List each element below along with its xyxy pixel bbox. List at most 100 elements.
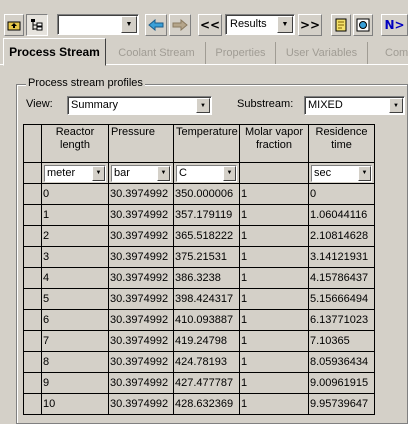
table-cell[interactable]: 9.00961915 xyxy=(308,372,375,394)
row-header[interactable] xyxy=(23,330,42,352)
form-selector-combo[interactable]: ▼ xyxy=(57,14,139,35)
substream-select[interactable]: MIXED ▼ xyxy=(304,96,405,115)
table-cell[interactable]: 1.06044116 xyxy=(308,204,375,226)
column-header-pressure[interactable]: Pressure xyxy=(108,124,174,163)
chevron-down-icon[interactable]: ▼ xyxy=(358,165,371,181)
row-header[interactable] xyxy=(23,288,42,310)
table-cell[interactable]: 6.13771023 xyxy=(308,309,375,331)
table-cell[interactable]: 5.15666494 xyxy=(308,288,375,310)
results-combo[interactable]: Results ▼ xyxy=(225,14,295,35)
row-header[interactable] xyxy=(23,204,42,226)
status-icon[interactable] xyxy=(353,14,373,36)
table-cell[interactable]: 0 xyxy=(308,183,375,205)
table-cell[interactable]: 7.10365 xyxy=(308,330,375,352)
table-cell[interactable]: 30.3974992 xyxy=(108,225,174,247)
table-cell[interactable]: 9.95739647 xyxy=(308,393,375,415)
table-cell[interactable]: 30.3974992 xyxy=(108,183,174,205)
row-header[interactable] xyxy=(23,351,42,373)
table-cell[interactable]: 9 xyxy=(41,372,109,394)
table-cell[interactable]: 1 xyxy=(41,204,109,226)
column-header-reactor-length[interactable]: Reactor length xyxy=(41,124,109,163)
table-cell[interactable]: 8.05936434 xyxy=(308,351,375,373)
table-cell[interactable]: 30.3974992 xyxy=(108,267,174,289)
table-cell[interactable]: 1 xyxy=(239,351,309,373)
table-cell[interactable]: 6 xyxy=(41,309,109,331)
table-cell[interactable]: 5 xyxy=(41,288,109,310)
table-cell[interactable]: 10 xyxy=(41,393,109,415)
table-cell[interactable]: 410.093887 xyxy=(173,309,240,331)
chevron-down-icon[interactable]: ▼ xyxy=(121,16,137,33)
table-cell[interactable]: 4.15786437 xyxy=(308,267,375,289)
previous-arrow-button[interactable] xyxy=(145,14,167,36)
table-cell[interactable]: 357.179119 xyxy=(173,204,240,226)
table-cell[interactable]: 1 xyxy=(239,288,309,310)
table-cell[interactable]: 30.3974992 xyxy=(108,393,174,415)
tab-properties[interactable]: Properties xyxy=(206,42,276,64)
chevron-down-icon[interactable]: ▼ xyxy=(389,98,403,113)
column-header-molar-vapor-fraction[interactable]: Molar vapor fraction xyxy=(239,124,309,163)
table-cell[interactable]: 30.3974992 xyxy=(108,246,174,268)
next-arrow-button[interactable] xyxy=(169,14,191,36)
table-cell[interactable]: 30.3974992 xyxy=(108,204,174,226)
tab-coolant-stream[interactable]: Coolant Stream xyxy=(108,42,206,64)
row-header[interactable] xyxy=(23,309,42,331)
row-header[interactable] xyxy=(23,246,42,268)
tab-process-stream[interactable]: Process Stream xyxy=(3,38,106,66)
table-cell[interactable]: 7 xyxy=(41,330,109,352)
next-step-button[interactable]: N> xyxy=(381,14,408,36)
back-button[interactable]: << xyxy=(198,14,222,36)
table-cell[interactable]: 365.518222 xyxy=(173,225,240,247)
table-cell[interactable]: 3 xyxy=(41,246,109,268)
table-cell[interactable]: 2.10814628 xyxy=(308,225,375,247)
folder-up-icon[interactable] xyxy=(4,14,24,36)
table-cell[interactable]: 30.3974992 xyxy=(108,372,174,394)
table-cell[interactable]: 1 xyxy=(239,246,309,268)
table-cell[interactable]: 386.3238 xyxy=(173,267,240,289)
table-cell[interactable]: 0 xyxy=(41,183,109,205)
table-cell[interactable]: 30.3974992 xyxy=(108,351,174,373)
table-cell[interactable]: 30.3974992 xyxy=(108,330,174,352)
table-cell[interactable]: 375.21531 xyxy=(173,246,240,268)
tab-comments[interactable]: Com xyxy=(368,42,408,64)
chevron-down-icon[interactable]: ▼ xyxy=(223,165,236,181)
unit-select-length[interactable]: meter ▼ xyxy=(44,164,106,182)
table-cell[interactable]: 1 xyxy=(239,309,309,331)
unit-select-time[interactable]: sec ▼ xyxy=(311,164,372,182)
table-cell[interactable]: 30.3974992 xyxy=(108,288,174,310)
forward-button[interactable]: >> xyxy=(298,14,322,36)
view-select[interactable]: Summary ▼ xyxy=(67,96,212,115)
table-cell[interactable]: 350.000006 xyxy=(173,183,240,205)
row-header[interactable] xyxy=(23,225,42,247)
table-cell[interactable]: 1 xyxy=(239,267,309,289)
unit-select-pressure[interactable]: bar ▼ xyxy=(111,164,171,182)
tree-view-icon[interactable] xyxy=(26,14,48,36)
unit-select-temperature[interactable]: C ▼ xyxy=(176,164,237,182)
table-cell[interactable]: 1 xyxy=(239,393,309,415)
column-header-temperature[interactable]: Temperature xyxy=(173,124,240,163)
chevron-down-icon[interactable]: ▼ xyxy=(157,165,170,181)
table-cell[interactable]: 427.477787 xyxy=(173,372,240,394)
table-cell[interactable]: 1 xyxy=(239,204,309,226)
table-cell[interactable]: 1 xyxy=(239,183,309,205)
row-header[interactable] xyxy=(23,267,42,289)
table-cell[interactable]: 428.632369 xyxy=(173,393,240,415)
chevron-down-icon[interactable]: ▼ xyxy=(92,165,105,181)
tab-user-variables[interactable]: User Variables xyxy=(276,42,368,64)
table-cell[interactable]: 398.424317 xyxy=(173,288,240,310)
row-header[interactable] xyxy=(23,183,42,205)
chevron-down-icon[interactable]: ▼ xyxy=(277,16,293,33)
chevron-down-icon[interactable]: ▼ xyxy=(196,98,210,113)
table-cell[interactable]: 419.24798 xyxy=(173,330,240,352)
table-cell[interactable]: 1 xyxy=(239,372,309,394)
table-cell[interactable]: 30.3974992 xyxy=(108,309,174,331)
table-cell[interactable]: 3.14121931 xyxy=(308,246,375,268)
table-cell[interactable]: 1 xyxy=(239,330,309,352)
table-cell[interactable]: 4 xyxy=(41,267,109,289)
row-header[interactable] xyxy=(23,393,42,415)
table-cell[interactable]: 8 xyxy=(41,351,109,373)
row-header[interactable] xyxy=(23,372,42,394)
table-cell[interactable]: 1 xyxy=(239,225,309,247)
table-cell[interactable]: 2 xyxy=(41,225,109,247)
notes-icon[interactable] xyxy=(331,14,351,36)
table-cell[interactable]: 424.78193 xyxy=(173,351,240,373)
